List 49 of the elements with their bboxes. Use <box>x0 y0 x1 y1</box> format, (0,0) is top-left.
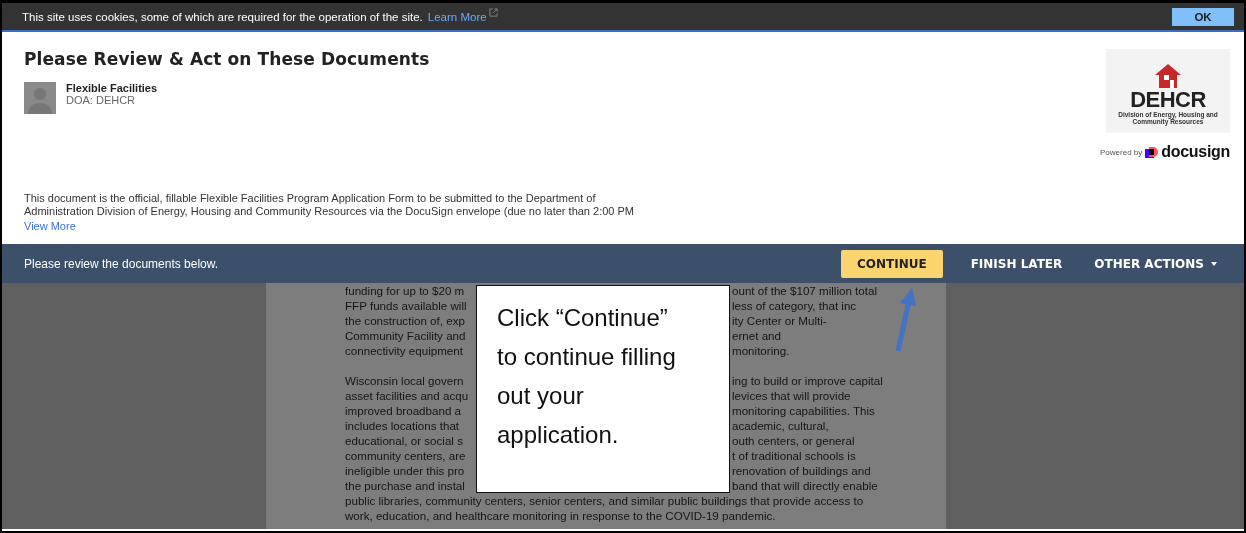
document-text: band that will directly enable <box>732 478 879 493</box>
logo-name: DEHCR <box>1130 89 1206 111</box>
document-text: work, education, and healthcare monitoring in response to the COVID-19 pandemic. <box>345 508 777 523</box>
house-icon <box>1154 63 1182 89</box>
document-text: FFP funds available will <box>345 298 468 313</box>
instruction-callout: Click “Continue” to continue filling out your application. <box>476 285 730 493</box>
brand-mark-icon <box>1145 145 1159 159</box>
document-text: academic, cultural, <box>732 418 830 433</box>
document-text: asset facilities and acqu <box>345 388 469 403</box>
document-text: levices that will provide <box>732 388 852 403</box>
document-text: educational, or social s <box>345 433 464 448</box>
document-text: Wisconsin local govern <box>345 373 465 388</box>
document-text: monitoring capabilities. This <box>732 403 876 418</box>
cookie-message: This site uses cookies, some of which are required for the operation of the site. <box>22 10 423 23</box>
document-text: funding for up to $20 m <box>345 283 466 298</box>
document-text: t of traditional schools is <box>732 448 857 463</box>
document-text: improved broadband a <box>345 403 463 418</box>
document-text: Community Facility and <box>345 328 467 343</box>
continue-button[interactable]: CONTINUE <box>840 249 943 278</box>
action-message: Please review the documents below. <box>24 256 219 271</box>
learn-more-link[interactable]: Learn More <box>427 10 498 23</box>
view-more-link[interactable]: View More <box>24 220 1100 232</box>
sender-name: Flexible Facilities <box>66 82 158 94</box>
document-text: ernet and <box>732 328 782 343</box>
ok-button[interactable]: OK <box>1172 7 1234 26</box>
external-link-icon <box>488 7 498 17</box>
document-text: the purchase and instal <box>345 478 466 493</box>
document-text: monitoring. <box>732 343 791 358</box>
arrow-icon <box>894 287 918 353</box>
finish-later-button[interactable]: FINISH LATER <box>954 249 1079 278</box>
document-text: ount of the $107 million total <box>732 283 879 298</box>
caret-icon <box>1210 260 1218 267</box>
document-text: ing to build or improve capital <box>732 373 884 388</box>
document-text: renovation of buildings and <box>732 463 872 478</box>
document-text: connectivity equipment <box>345 343 464 358</box>
document-text: ity Center or Multi- <box>732 313 828 328</box>
document-text: the construction of, exp <box>345 313 466 328</box>
document-description: This document is the official, fillable Flexible Facilities Program Application Form to be submitted to the Department of Administration Division of Energy, Housing and Community Resources via the DocuSign envelope (due no later than 2:00 PM <box>24 192 635 218</box>
sender-org: DOA: DEHCR <box>66 94 137 106</box>
brand-name: docusign <box>1161 143 1230 161</box>
document-text: community centers, are <box>345 448 467 463</box>
document-text: includes locations that <box>345 418 461 433</box>
document-text: public libraries, community centers, senior centers, and similar public buildings that provide access to <box>345 493 865 508</box>
page-title: Please Review & Act on These Documents <box>24 49 431 69</box>
document-text: less of category, that inc <box>732 298 858 313</box>
document-text: outh centers, or general <box>732 433 856 448</box>
powered-by-label: Powered by <box>1100 147 1143 157</box>
other-actions-menu[interactable]: OTHER ACTIONS <box>1078 249 1234 278</box>
document-text: ineligible under this pro <box>345 463 466 478</box>
